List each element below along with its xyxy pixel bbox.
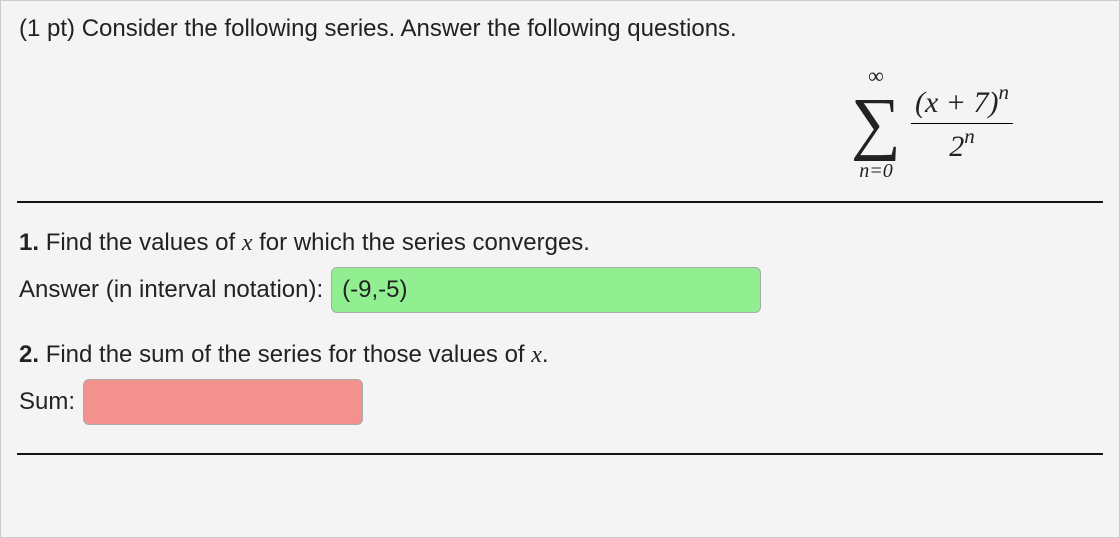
q1-text: Find the values of: [46, 229, 242, 256]
points: (1 pt): [19, 15, 75, 42]
question-2: 2. Find the sum of the series for those …: [19, 341, 1103, 369]
q1-answer-row: Answer (in interval notation):: [19, 267, 1103, 313]
prompt-text: Consider the following series. Answer th…: [82, 15, 737, 42]
q1-text2: for which the series converges.: [252, 229, 590, 256]
divider: [17, 201, 1103, 203]
fraction: (x + 7)n 2n: [911, 82, 1013, 165]
q2-var: x: [531, 342, 542, 368]
q1-answer-label: Answer (in interval notation):: [19, 276, 323, 304]
numerator: (x + 7)n: [911, 82, 1013, 124]
q2-answer-row: Sum:: [19, 379, 1103, 425]
sigma-lower: n=0: [859, 161, 893, 181]
sigma-notation: ∞ ∑ n=0: [851, 65, 901, 181]
q2-text: Find the sum of the series for those val…: [46, 341, 532, 368]
q1-var: x: [242, 230, 253, 256]
sigma-upper: ∞: [868, 65, 884, 87]
q2-number: 2.: [19, 341, 39, 368]
question-1: 1. Find the values of x for which the se…: [19, 229, 1103, 257]
q2-answer-label: Sum:: [19, 388, 75, 416]
divider: [17, 453, 1103, 455]
q2-text2: .: [542, 341, 549, 368]
series-formula: ∞ ∑ n=0 (x + 7)n 2n: [17, 65, 1013, 181]
denominator: 2n: [911, 124, 1013, 165]
sigma-symbol: ∑: [851, 89, 901, 159]
question-header: (1 pt) Consider the following series. An…: [19, 15, 1103, 43]
q2-answer-input[interactable]: [83, 379, 363, 425]
q1-number: 1.: [19, 229, 39, 256]
q1-answer-input[interactable]: [331, 267, 761, 313]
